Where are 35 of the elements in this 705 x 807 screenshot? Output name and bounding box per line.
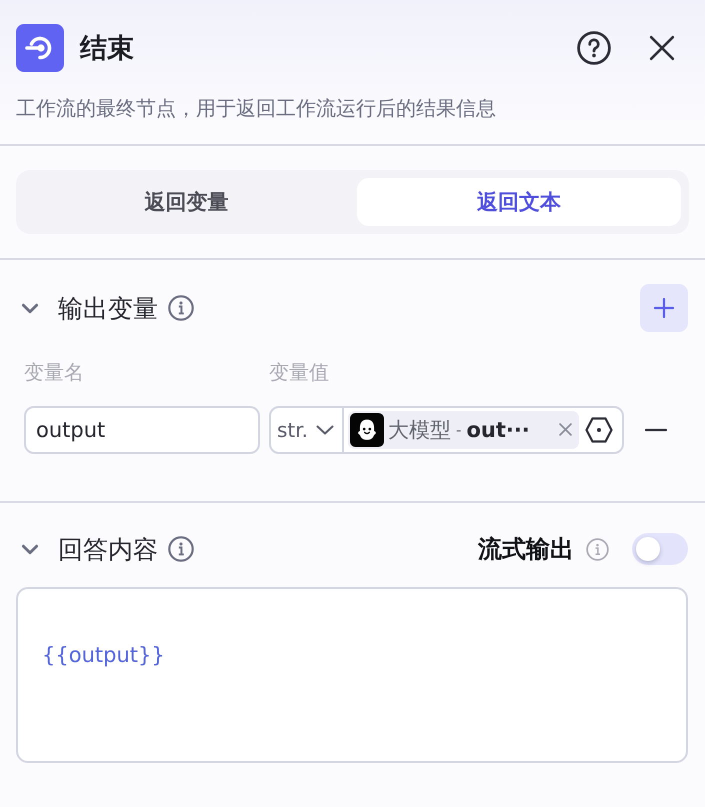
hexagon-icon xyxy=(585,417,614,443)
close-button[interactable] xyxy=(649,35,675,61)
node-title: 结束 xyxy=(80,32,134,66)
mode-tab[interactable]: 返回文本 xyxy=(356,178,681,226)
minus-icon xyxy=(645,428,667,432)
node-exit-icon xyxy=(16,24,64,72)
reference-separator: - xyxy=(456,421,462,439)
streaming-toggle[interactable] xyxy=(632,533,688,565)
info-icon xyxy=(586,538,609,560)
close-icon xyxy=(559,423,572,436)
reference-source: 大模型 xyxy=(388,417,452,444)
close-icon xyxy=(649,35,675,61)
help-icon xyxy=(577,31,611,65)
chevron-down-icon xyxy=(316,425,334,435)
info-icon xyxy=(168,295,194,321)
section-title: 输出变量 xyxy=(58,292,158,324)
chevron-icon xyxy=(21,302,39,314)
streaming-label: 流式输出 xyxy=(478,534,574,565)
section-title: 回答内容 xyxy=(58,534,158,566)
plus-icon xyxy=(654,298,674,318)
chevron-icon xyxy=(21,544,39,554)
info-icon xyxy=(168,536,194,562)
node-description: 工作流的最终节点，用于返回工作流运行后的结果信息 xyxy=(16,95,497,122)
variable-picker-button[interactable] xyxy=(585,417,614,443)
column-label: 变量值 xyxy=(269,358,329,386)
column-label: 变量名 xyxy=(24,358,85,386)
ghost-icon xyxy=(350,413,384,447)
reference-variable: out··· xyxy=(466,418,530,442)
help-button[interactable] xyxy=(577,31,611,65)
remove-reference-button[interactable] xyxy=(559,423,574,437)
answer-editor[interactable]: {{output}} xyxy=(16,587,688,763)
add-variable-button[interactable] xyxy=(640,284,688,332)
type-dropdown[interactable]: str. xyxy=(271,408,344,452)
variable-name-field[interactable]: output xyxy=(24,406,260,454)
mode-tab[interactable]: 返回变量 xyxy=(24,178,348,226)
